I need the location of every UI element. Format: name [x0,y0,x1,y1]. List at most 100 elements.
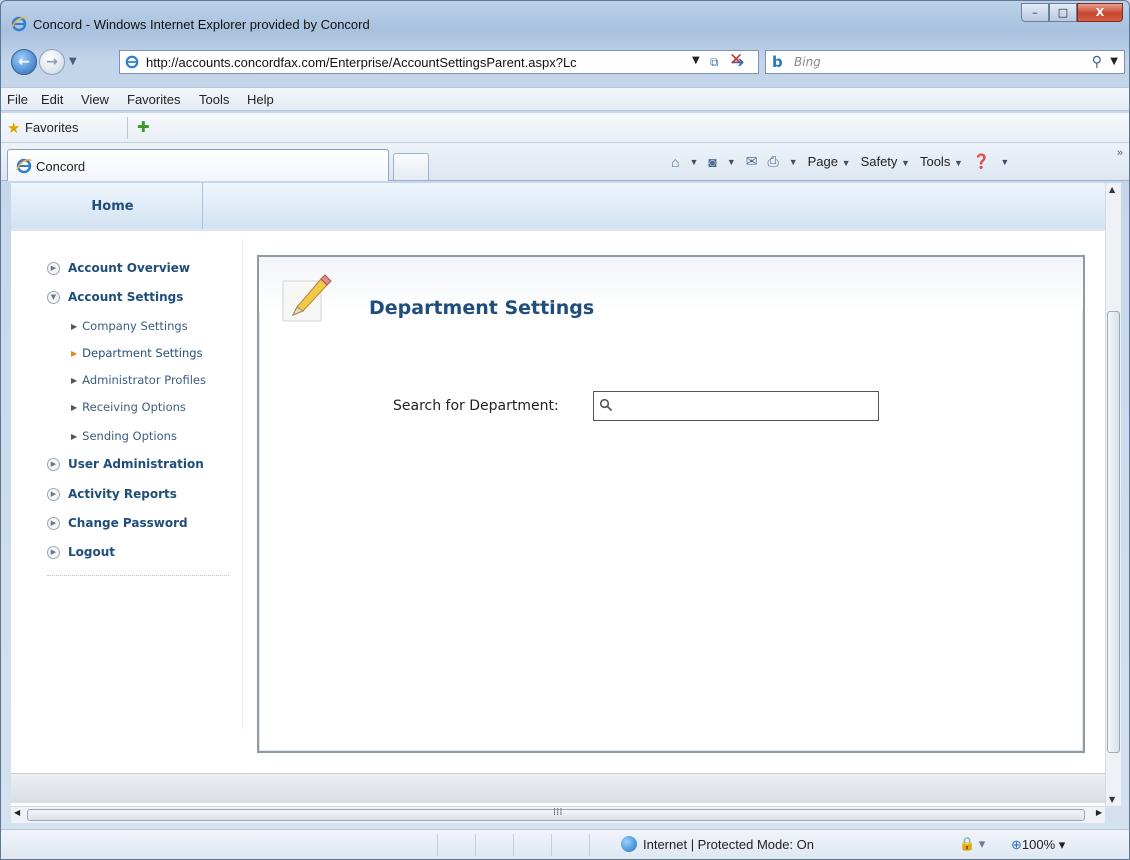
sidebar-subitem-administrator-profiles[interactable]: ▶ Administrator Profiles [71,373,206,387]
menu-bar: File Edit View Favorites Tools Help [1,87,1129,111]
tab-concord[interactable]: Concord [7,149,389,181]
safety-menu[interactable]: Safety ▼ [861,154,910,169]
help-dropdown-icon[interactable]: ▼ [1000,157,1009,167]
sidebar-item-label: Account Settings [68,290,184,304]
sidebar-item-account-overview[interactable]: ▶ Account Overview [47,261,190,275]
sidebar-item-label: Logout [68,545,116,559]
vertical-scrollbar[interactable]: ▲ ▼ [1105,183,1121,806]
forward-button[interactable]: → [39,49,65,75]
search-box[interactable]: b Bing ⚲ ▼ [765,50,1125,74]
tools-menu-label: Tools [919,154,951,169]
home-dropdown-icon[interactable]: ▼ [689,157,698,167]
browser-window: Concord - Windows Internet Explorer prov… [0,0,1130,860]
expand-icon: ▶ [47,457,60,471]
menu-view[interactable]: View [81,92,109,107]
expand-icon: ▶ [47,516,60,530]
search-placeholder[interactable]: Bing [794,55,821,69]
department-search-input[interactable] [618,395,872,417]
sidebar-item-account-settings[interactable]: ▼ Account Settings [47,290,183,304]
url-text[interactable]: http://accounts.concordfax.com/Enterpris… [146,55,686,70]
horizontal-scrollbar[interactable]: ◀ ⁞⁞⁞ ▶ [11,806,1105,823]
status-bar: Internet | Protected Mode: On 🔒 ▾ ⊕100% … [1,829,1129,859]
back-arrow-icon: ← [18,54,30,70]
ie-logo-icon [11,16,27,32]
arrow-right-icon: ▶ [71,348,78,358]
window-title: Concord - Windows Internet Explorer prov… [33,17,370,32]
recent-pages-dropdown[interactable]: ▼ [69,56,77,67]
internet-zone-globe-icon [621,836,637,852]
search-department-label: Search for Department: [393,398,559,414]
sidebar-subitem-sending-options[interactable]: ▶ Sending Options [71,429,177,443]
scroll-left-icon[interactable]: ◀ [14,808,20,817]
help-icon[interactable]: ❓ [973,153,990,170]
add-to-favorites-icon[interactable]: ✚ [137,118,150,136]
sidebar-subitem-company-settings[interactable]: ▶ Company Settings [71,319,188,333]
mail-icon[interactable]: ✉ [746,153,758,170]
sidebar-item-label: Activity Reports [68,487,177,501]
zoom-control[interactable]: ⊕100% ▾ [1011,837,1065,853]
compatibility-view-icon[interactable]: ⧉ [710,55,719,70]
print-dropdown-icon[interactable]: ▼ [789,157,798,167]
minimize-button[interactable]: – [1021,3,1049,22]
maximize-button[interactable]: □ [1049,3,1077,22]
menu-file[interactable]: File [7,92,28,107]
menu-tools[interactable]: Tools [199,92,229,107]
stop-icon[interactable]: ✕ [729,50,743,70]
page-ie-icon [125,55,139,69]
sidebar-item-user-administration[interactable]: ▶ User Administration [47,457,204,471]
chevron-down-icon: ▼ [953,158,963,168]
caption-buttons: – □ X [1021,3,1123,23]
feeds-icon[interactable]: ◙ [708,154,716,170]
zoom-icon: ⊕ [1011,837,1022,852]
sidebar-item-label: Account Overview [68,261,190,275]
sidebar-item-activity-reports[interactable]: ▶ Activity Reports [47,487,177,501]
print-icon[interactable]: ⎙ [768,153,779,170]
menu-help[interactable]: Help [247,92,274,107]
sidebar-subitem-label: Company Settings [82,319,188,333]
address-dropdown-icon[interactable]: ▼ [692,55,700,66]
new-tab-button[interactable] [393,153,429,180]
sidebar-subitem-receiving-options[interactable]: ▶ Receiving Options [71,400,186,414]
department-settings-panel: Department Settings Search for Departmen… [257,255,1085,753]
more-commands-icon[interactable]: » [1117,147,1123,159]
expand-icon: ▶ [47,487,60,501]
scroll-right-icon[interactable]: ▶ [1096,808,1102,817]
scroll-down-icon[interactable]: ▼ [1109,795,1115,804]
back-button[interactable]: ← [11,49,37,75]
scroll-up-icon[interactable]: ▲ [1109,185,1115,194]
favorites-star-icon[interactable]: ★ [7,119,20,137]
tab-bar: Concord ⌂ ▼ ◙ ▼ ✉ ⎙ ▼ Page ▼ Safety ▼ Tools… [1,143,1129,181]
bing-logo-icon: b [772,53,783,71]
arrow-right-icon: ▶ [71,431,78,441]
department-search-field[interactable] [593,391,879,421]
search-icon[interactable]: ⚲ [1092,54,1102,70]
vertical-scroll-thumb[interactable] [1107,311,1120,753]
page-menu-label: Page [807,154,839,169]
tab-ie-icon [16,158,32,174]
security-status-icon[interactable]: 🔒 ▾ [959,836,985,852]
page-viewport: Home ▶ Account Overview ▼ Account Settin… [11,183,1105,823]
status-divider [437,834,438,856]
home-tab[interactable]: Home [23,183,203,229]
security-zone-text[interactable]: Internet | Protected Mode: On [643,837,814,852]
horizontal-scroll-thumb[interactable]: ⁞⁞⁞ [27,807,1085,821]
sidebar-item-label: Change Password [68,516,188,530]
address-bar[interactable]: http://accounts.concordfax.com/Enterpris… [119,50,759,74]
sidebar-subitem-department-settings[interactable]: ▶ Department Settings [71,346,203,360]
close-button[interactable]: X [1077,3,1123,22]
search-dropdown-icon[interactable]: ▼ [1110,56,1118,67]
page-menu[interactable]: Page ▼ [808,154,851,169]
address-row: ← → ▼ http://accounts.concordfax.com/Ent… [7,47,1125,77]
sidebar-item-logout[interactable]: ▶ Logout [47,545,115,559]
sidebar-subitem-label: Receiving Options [82,400,186,414]
tools-menu[interactable]: Tools ▼ [920,154,963,169]
feeds-dropdown-icon[interactable]: ▼ [727,157,736,167]
sidebar-item-change-password[interactable]: ▶ Change Password [47,516,188,530]
home-icon[interactable]: ⌂ [671,154,679,170]
zoom-level: 100% [1021,837,1056,852]
search-icon [599,398,613,412]
pencil-icon [282,274,332,322]
favorites-button[interactable]: Favorites [25,120,78,135]
menu-favorites[interactable]: Favorites [127,92,180,107]
menu-edit[interactable]: Edit [41,92,63,107]
